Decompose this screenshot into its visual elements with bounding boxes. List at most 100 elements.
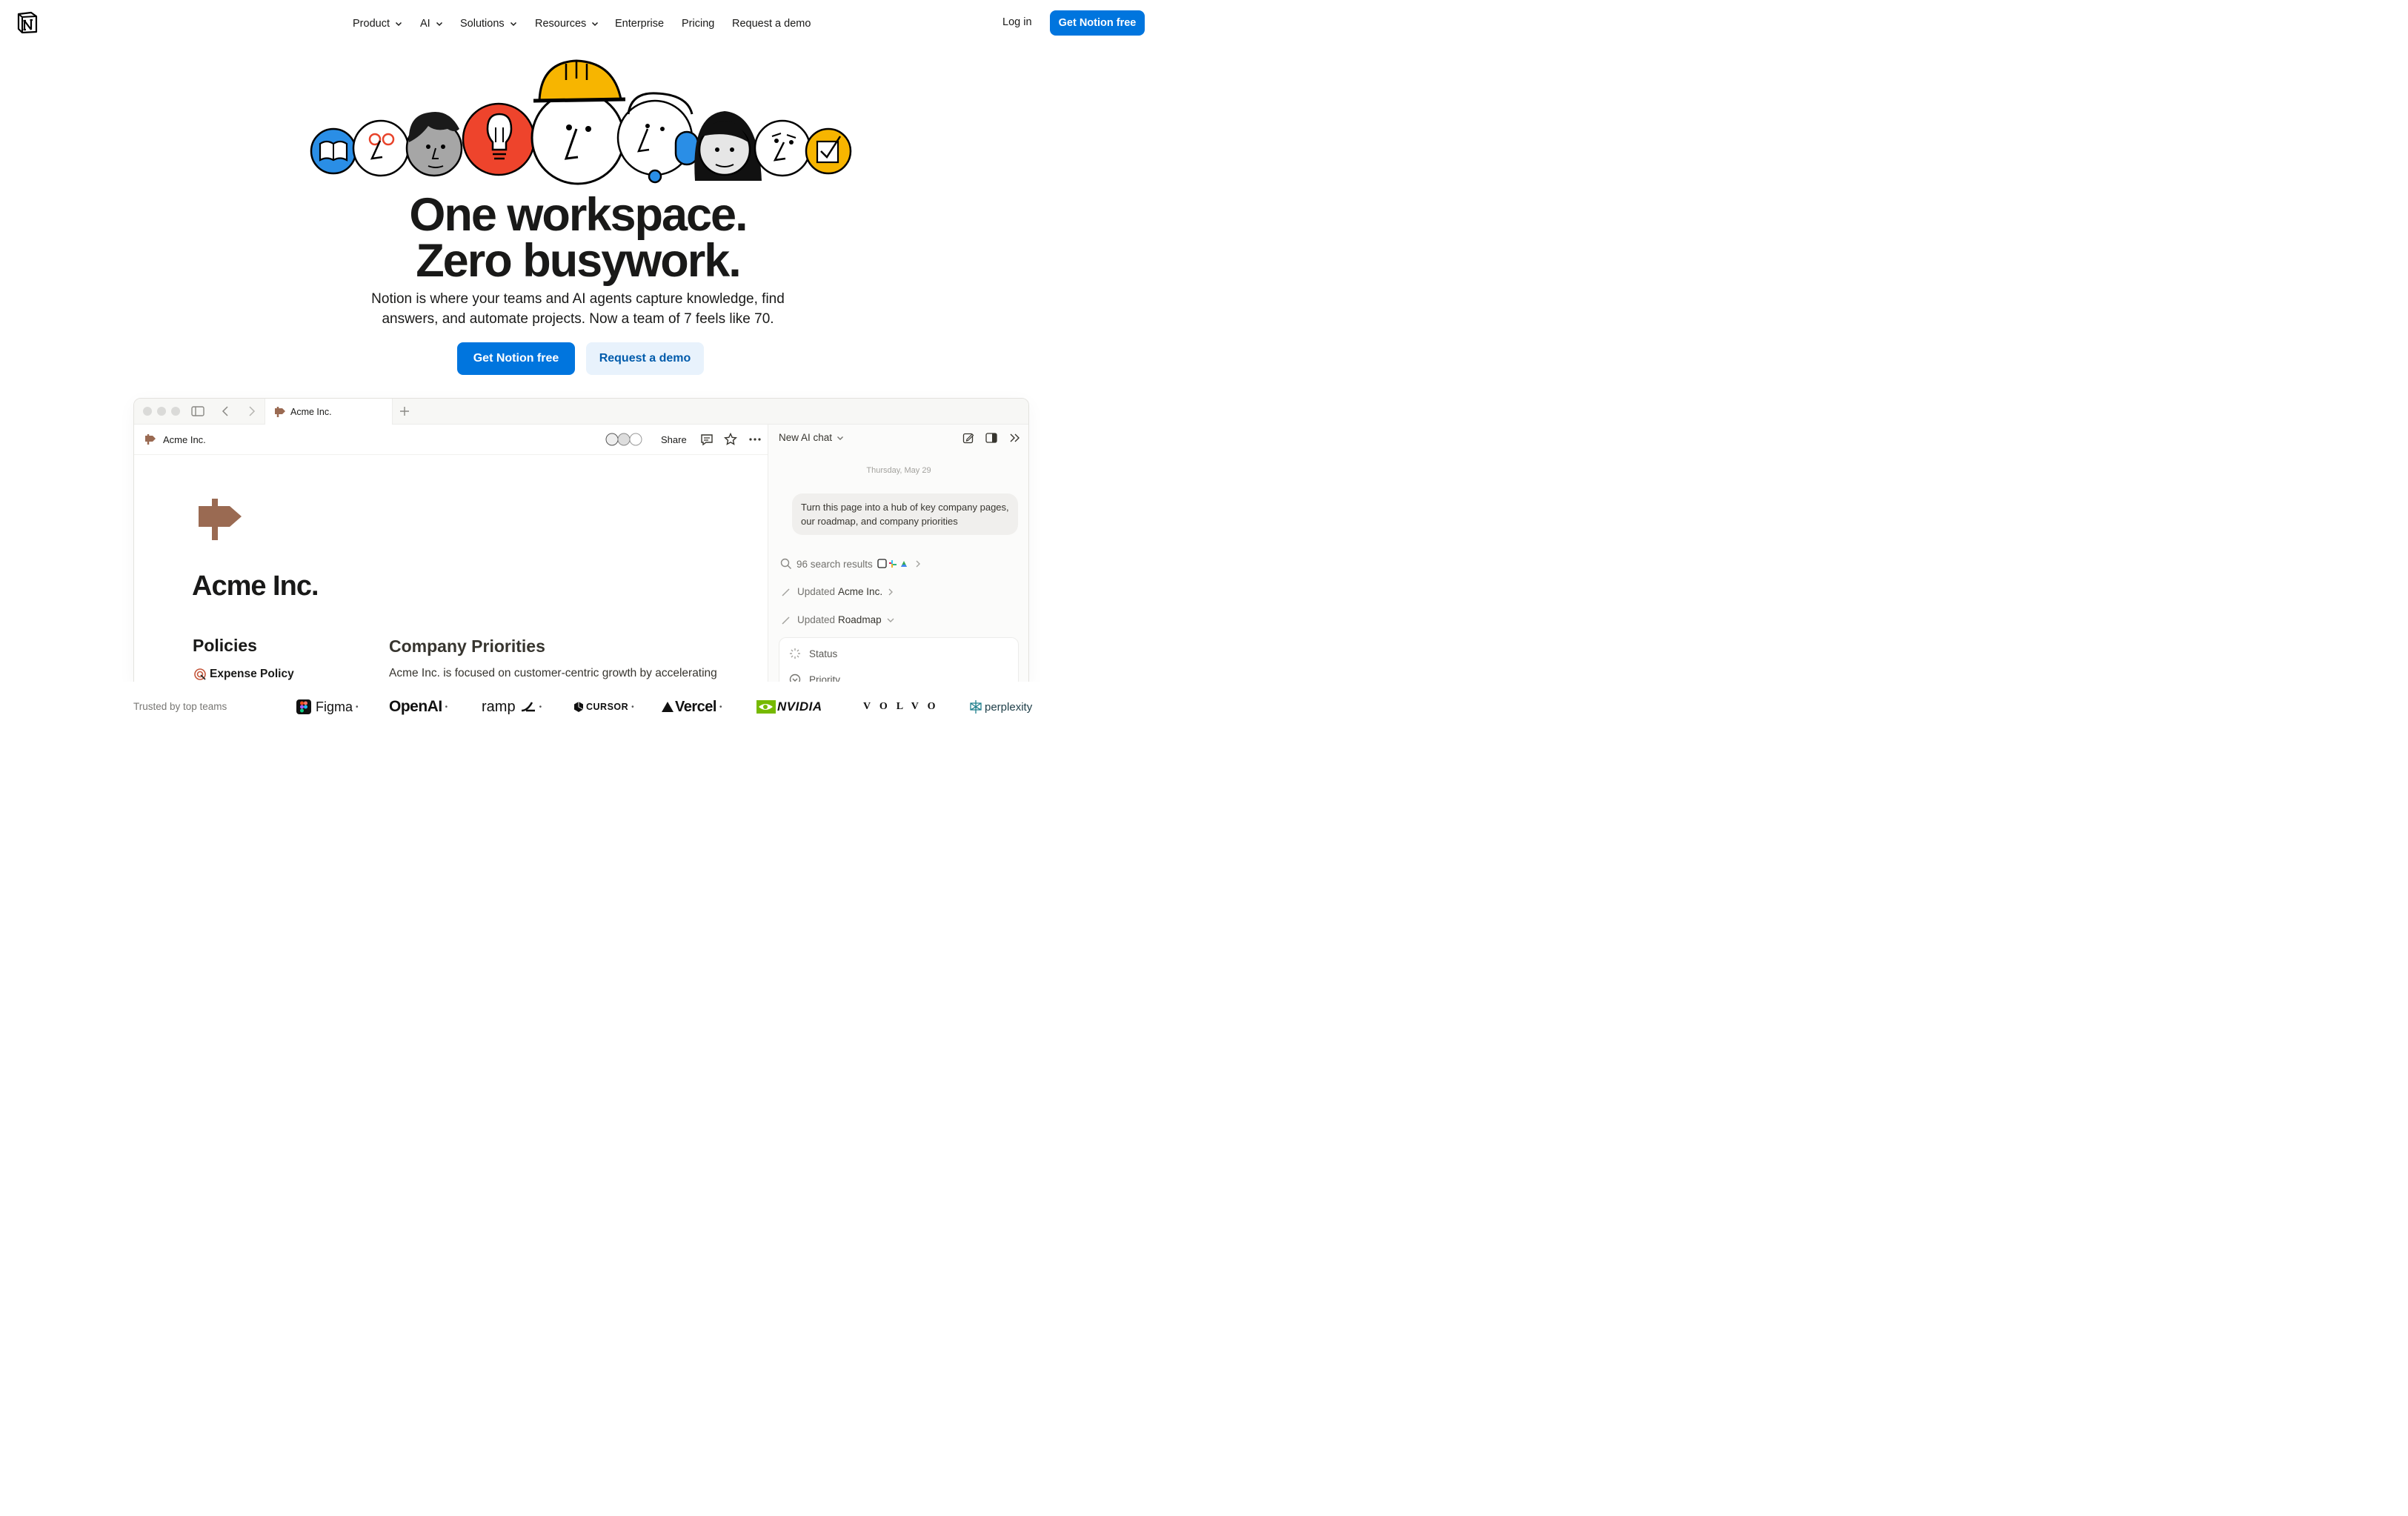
- chat-date: Thursday, May 29: [866, 466, 931, 475]
- vercel-wordmark: Vercel: [675, 698, 716, 715]
- updated-page-name: Roadmap: [838, 614, 882, 625]
- chevron-right-icon: [916, 560, 920, 568]
- nav-request-demo[interactable]: Request a demo: [732, 16, 821, 31]
- nav-label: Resources: [535, 18, 587, 30]
- hero-subtitle-line-1: Notion is where your teams and AI agents…: [371, 291, 785, 307]
- status-loader-icon: [790, 648, 800, 659]
- pencil-icon: [782, 616, 790, 625]
- nvidia-wordmark: NVIDIA: [777, 699, 822, 714]
- nvidia-logo: NVIDIA: [756, 695, 822, 719]
- lightbulb-avatar-icon: [462, 102, 536, 176]
- long-hair-face-avatar-icon: [694, 111, 762, 181]
- nav-label: Request a demo: [732, 18, 811, 30]
- expense-policy-label: Expense Policy: [210, 668, 294, 680]
- openai-wordmark: OpenAI: [389, 698, 442, 715]
- collaborator-avatars[interactable]: [605, 432, 645, 447]
- notion-logo-icon[interactable]: [16, 11, 39, 34]
- new-tab-plus-icon[interactable]: [399, 406, 410, 416]
- ai-chat-title[interactable]: New AI chat: [779, 432, 844, 443]
- nav-enterprise[interactable]: Enterprise: [615, 16, 682, 31]
- page-top-bar: Acme Inc. Share: [134, 425, 768, 455]
- panel-layout-icon[interactable]: [985, 433, 997, 443]
- page-signpost-icon: [199, 499, 242, 540]
- hero-headline-line-1: One workspace.: [409, 189, 748, 241]
- sidebar-toggle-icon[interactable]: [191, 406, 204, 416]
- separator-dot: •: [631, 702, 635, 711]
- vercel-triangle-icon: [662, 702, 673, 712]
- get-notion-free-nav-button[interactable]: Get Notion free: [1050, 10, 1145, 36]
- ramp-icon: [521, 702, 535, 712]
- book-avatar-icon: [310, 127, 357, 175]
- signpost-icon: [145, 434, 156, 445]
- search-results-label: 96 search results: [796, 558, 873, 570]
- perplexity-logo: perplexity: [969, 695, 1032, 719]
- figma-wordmark: Figma: [316, 699, 353, 714]
- chevron-right-icon: [888, 588, 894, 595]
- nvidia-eye-icon: [756, 700, 776, 714]
- more-options-icon[interactable]: [749, 438, 761, 441]
- updated-label: Updated: [797, 586, 836, 597]
- ai-chat-panel: New AI chat Thursday, May 29 Turn this p…: [768, 425, 1028, 685]
- separator-dot: •: [719, 702, 722, 711]
- nav-ai[interactable]: AI: [420, 16, 460, 31]
- status-property[interactable]: Status: [789, 648, 837, 659]
- signpost-icon: [275, 406, 285, 417]
- headset-face-avatar-icon: [616, 92, 699, 184]
- figma-icon: [296, 699, 311, 714]
- nav-product[interactable]: Product: [353, 16, 420, 31]
- expense-policy-link[interactable]: Expense Policy: [193, 668, 294, 681]
- chevron-down-icon: [510, 21, 516, 27]
- forward-arrow-icon[interactable]: [248, 406, 256, 416]
- trusted-label: Trusted by top teams: [133, 701, 227, 712]
- top-nav: Product AI Solutions Resources Enterpris…: [353, 16, 821, 31]
- separator-dot: •: [445, 702, 448, 711]
- chevron-down-icon: [592, 21, 599, 27]
- search-results-row[interactable]: 96 search results: [780, 558, 922, 570]
- ramp-wordmark: ramp: [482, 698, 516, 715]
- perplexity-wordmark: perplexity: [985, 700, 1033, 714]
- collapse-panel-icon[interactable]: [1009, 433, 1021, 443]
- browser-tab[interactable]: Acme Inc.: [265, 399, 393, 425]
- get-notion-free-button[interactable]: Get Notion free: [457, 342, 575, 375]
- nav-pricing[interactable]: Pricing: [682, 16, 732, 31]
- share-button[interactable]: Share: [661, 434, 687, 445]
- nav-solutions[interactable]: Solutions: [460, 16, 535, 31]
- separator-dot: •: [539, 702, 542, 711]
- policies-heading: Policies: [193, 636, 257, 655]
- volvo-logo: VOLVO: [863, 695, 945, 719]
- window-close-dot[interactable]: [143, 407, 152, 416]
- back-arrow-icon[interactable]: [222, 406, 229, 416]
- company-priorities-heading: Company Priorities: [389, 636, 545, 656]
- breadcrumb[interactable]: Acme Inc.: [163, 434, 206, 445]
- cursor-wordmark: CURSOR: [586, 702, 629, 712]
- curly-hair-face-avatar-icon: [405, 111, 463, 177]
- hard-hat-face-avatar-icon: [531, 59, 626, 185]
- window-maximize-dot[interactable]: [171, 407, 180, 416]
- cursor-icon: [574, 702, 584, 712]
- target-icon: [194, 668, 206, 680]
- nav-resources[interactable]: Resources: [535, 16, 615, 31]
- glasses-face-avatar-icon: [352, 119, 410, 177]
- thinking-face-avatar-icon: [754, 119, 811, 177]
- chevron-down-icon: [395, 21, 402, 27]
- chevron-down-icon: [436, 21, 442, 27]
- nav-label: AI: [420, 18, 430, 30]
- window-minimize-dot[interactable]: [157, 407, 166, 416]
- volvo-wordmark: VOLVO: [863, 701, 945, 712]
- new-chat-edit-icon[interactable]: [962, 432, 974, 444]
- request-demo-button[interactable]: Request a demo: [586, 342, 704, 375]
- login-link[interactable]: Log in: [1002, 16, 1032, 28]
- comment-icon[interactable]: [700, 433, 714, 446]
- star-icon[interactable]: [724, 433, 737, 446]
- user-message-bubble: Turn this page into a hub of key company…: [792, 493, 1018, 535]
- figma-logo: Figma •: [296, 695, 359, 719]
- priorities-text: Acme Inc. is focused on customer-centric…: [389, 667, 717, 679]
- properties-card: Status Priority: [779, 637, 1019, 685]
- chevron-down-icon: [837, 436, 844, 440]
- vercel-logo: Vercel •: [661, 695, 722, 719]
- updated-acme-row[interactable]: Updated Acme Inc.: [781, 586, 894, 597]
- updated-roadmap-row[interactable]: Updated Roadmap: [781, 614, 895, 625]
- page-title: Acme Inc.: [192, 571, 319, 602]
- hero-subtitle-line-2: answers, and automate projects. Now a te…: [382, 311, 774, 327]
- status-label: Status: [809, 648, 838, 659]
